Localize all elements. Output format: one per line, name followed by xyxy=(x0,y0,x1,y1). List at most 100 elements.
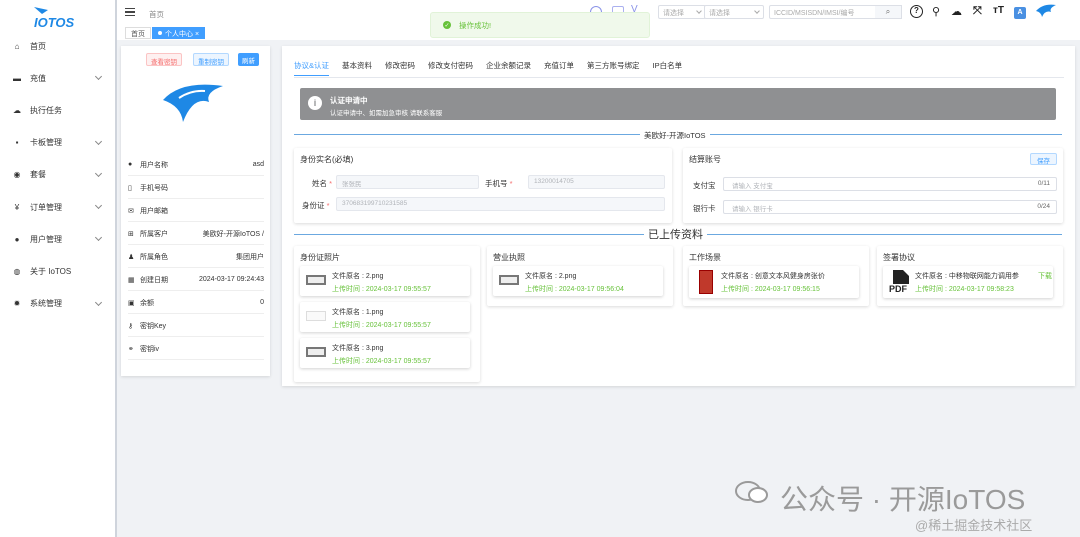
alert-title: 认证申请中 xyxy=(330,96,368,105)
tag-home[interactable]: 首页 xyxy=(125,27,151,39)
file-name: 文件原名 : 创意文本风健身房张价 xyxy=(721,273,825,280)
font-size-icon[interactable]: ᴛT xyxy=(993,5,1004,16)
settlement-panel: 结算账号 保存 支付宝 请输入 支付宝 0/11 银行卡 请输入 银行卡 0/24 xyxy=(683,148,1063,223)
user-icon: ● xyxy=(14,234,20,244)
avatar xyxy=(161,78,225,128)
image-thumbnail xyxy=(306,275,326,285)
view-key-button[interactable]: 查看密钥 xyxy=(146,53,182,66)
watermark-text: 公众号 · 开源IoTOS xyxy=(780,484,1026,515)
sidebar-item-home[interactable]: ⌂ 首页 xyxy=(0,30,115,62)
refresh-button[interactable]: 刷新 xyxy=(238,53,259,66)
row-label: 密钥Key xyxy=(140,322,167,330)
sidebar-item-label: 首页 xyxy=(30,41,46,51)
tag-active[interactable]: 个人中心 × xyxy=(152,27,206,39)
file-item[interactable]: 文件原名 : 2.png 上传时间 : 2024-03-17 09:56:04 xyxy=(493,266,663,296)
sidebar-item-label: 关于 IoTOS xyxy=(30,266,72,276)
sidebar-item-users[interactable]: ● 用户管理 xyxy=(0,223,115,255)
chevron-down-icon xyxy=(94,201,103,209)
row-label: 密钥iv xyxy=(140,345,160,353)
tab-balance-records[interactable]: 企业余额记录 xyxy=(486,60,531,76)
hamburger-icon[interactable] xyxy=(125,8,135,16)
row-value: asd xyxy=(252,161,264,168)
tab-change-pay-password[interactable]: 修改支付密码 xyxy=(428,60,473,76)
tabs: 协议&认证 基本资料 修改密码 修改支付密码 企业余额记录 充值订单 第三方账号… xyxy=(294,60,695,76)
chevron-down-icon xyxy=(94,169,103,177)
search-icon[interactable]: ⚲ xyxy=(932,5,940,18)
sidebar-item-about[interactable]: ◍ 关于 IoTOS xyxy=(0,255,115,287)
group-title: 身份证照片 xyxy=(300,253,340,262)
tab-basic-info[interactable]: 基本资料 xyxy=(342,60,372,76)
bank-input[interactable]: 请输入 银行卡 0/24 xyxy=(723,200,1057,214)
tab-recharge-orders[interactable]: 充值订单 xyxy=(544,60,574,76)
profile-row-email: ✉ 用户邮箱 xyxy=(128,200,264,222)
file-item[interactable]: PDF 文件原名 : 中移物联网能力调用参 上传时间 : 2024-03-17 … xyxy=(883,266,1053,298)
name-input[interactable]: 张张民 xyxy=(336,175,479,189)
select-1[interactable]: 请选择 xyxy=(658,5,706,19)
file-item[interactable]: 文件原名 : 2.png 上传时间 : 2024-03-17 09:55:57 xyxy=(300,266,470,296)
file-item[interactable]: 文件原名 : 1.png 上传时间 : 2024-03-17 09:55:57 xyxy=(300,302,470,332)
main-content: 查看密钥 重制密钥 刷新 ● 用户名称 asd ▯ 手机号码 ✉ 用户邮箱 ⊞ 所属客户 美… xyxy=(117,40,1080,537)
tab-third-party-binding[interactable]: 第三方账号绑定 xyxy=(587,60,640,76)
help-icon[interactable]: ? xyxy=(910,5,923,18)
file-name: 文件原名 : 1.png xyxy=(332,309,384,316)
select-2[interactable]: 请选择 xyxy=(704,5,764,19)
tree-icon: ⊞ xyxy=(128,230,134,238)
row-label: 余额 xyxy=(140,299,154,307)
reset-key-button[interactable]: 重制密钥 xyxy=(193,53,229,66)
chevron-down-icon xyxy=(696,8,702,14)
profile-row-created: ▦ 创建日期 2024-03-17 09:24:43 xyxy=(128,269,264,291)
file-time: 上传时间 : 2024-03-17 09:58:23 xyxy=(915,286,1014,293)
save-button[interactable]: 保存 xyxy=(1030,153,1057,165)
breadcrumb[interactable]: 首页 xyxy=(149,9,164,20)
tab-ip-whitelist[interactable]: IP白名单 xyxy=(653,60,683,76)
file-time: 上传时间 : 2024-03-17 09:55:57 xyxy=(332,322,431,329)
file-item[interactable]: 文件原名 : 3.png 上传时间 : 2024-03-17 09:55:57 xyxy=(300,338,470,368)
profile-row-role: ♟ 所属角色 集团用户 xyxy=(128,246,264,268)
sidebar-item-package[interactable]: ◉ 套餐 xyxy=(0,159,115,191)
avatar-icon[interactable] xyxy=(1035,3,1057,22)
idcard-input[interactable]: 370683199710231585 xyxy=(336,197,665,211)
tab-change-password[interactable]: 修改密码 xyxy=(385,60,415,76)
select-1-placeholder: 请选择 xyxy=(663,10,684,17)
tag-active-label: 个人中心 xyxy=(165,31,193,38)
tab-protocol-auth[interactable]: 协议&认证 xyxy=(294,60,330,76)
info-icon: i xyxy=(308,96,322,110)
idcard-photos-panel: 身份证照片 文件原名 : 2.png 上传时间 : 2024-03-17 09:… xyxy=(294,246,480,382)
image-thumbnail xyxy=(499,275,519,285)
sidebar-item-tasks[interactable]: ☁ 执行任务 xyxy=(0,94,115,126)
chevron-down-icon xyxy=(94,137,103,145)
download-link[interactable]: 下载 xyxy=(1038,271,1052,281)
work-scene-panel: 工作场景 文件原名 : 创意文本风健身房张价 上传时间 : 2024-03-17… xyxy=(683,246,869,306)
alipay-placeholder: 请输入 支付宝 xyxy=(732,183,773,190)
sidebar-item-label: 执行任务 xyxy=(30,105,62,115)
file-item[interactable]: 文件原名 : 创意文本风健身房张价 上传时间 : 2024-03-17 09:5… xyxy=(689,266,859,298)
alipay-input[interactable]: 请输入 支付宝 0/11 xyxy=(723,177,1057,191)
name-label: 姓名 * xyxy=(312,179,333,188)
identity-panel: 身份实名(必填) 姓名 * 张张民 手机号 * 13200014705 身份证 … xyxy=(294,148,672,223)
sidebar-item-system[interactable]: ✹ 系统管理 xyxy=(0,288,115,320)
sidebar-item-orders[interactable]: ¥ 订单管理 xyxy=(0,191,115,223)
sidebar-item-cards[interactable]: ▪ 卡板管理 xyxy=(0,127,115,159)
file-name: 文件原名 : 2.png xyxy=(525,273,577,280)
sidebar-menu: ⌂ 首页 ▬ 充值 ☁ 执行任务 ▪ 卡板管理 ◉ 套餐 ¥ 订单管理 ● 用户管理 ◍ 关于 … xyxy=(0,30,115,320)
sidebar-item-label: 充值 xyxy=(30,73,46,83)
cart-icon: ▬ xyxy=(13,73,21,83)
search-icon: ⌕ xyxy=(885,7,891,16)
company-divider-text: 美欧好-开源IoTOS xyxy=(640,130,710,141)
sidebar-item-recharge[interactable]: ▬ 充值 xyxy=(0,62,115,94)
bank-placeholder: 请输入 银行卡 xyxy=(732,206,773,213)
fullscreen-icon[interactable]: ⤧ xyxy=(973,5,982,18)
phone-input[interactable]: 13200014705 xyxy=(528,175,665,189)
cloud-download-icon[interactable]: ☁ xyxy=(951,5,962,18)
user-icon: ● xyxy=(128,161,133,168)
link-icon: ⚭ xyxy=(128,345,134,353)
search-button[interactable]: ⌕ xyxy=(875,5,902,19)
translate-icon[interactable]: A xyxy=(1014,7,1026,19)
row-value: 2024-03-17 09:24:43 xyxy=(199,276,264,283)
phone-label: 手机号 * xyxy=(485,179,513,188)
profile-row-key: ⚷ 密钥Key xyxy=(128,315,264,337)
sidebar-item-label: 系统管理 xyxy=(30,299,62,309)
image-thumbnail xyxy=(306,347,326,357)
row-value: 集团用户 xyxy=(236,253,264,261)
row-label: 创建日期 xyxy=(140,276,168,284)
